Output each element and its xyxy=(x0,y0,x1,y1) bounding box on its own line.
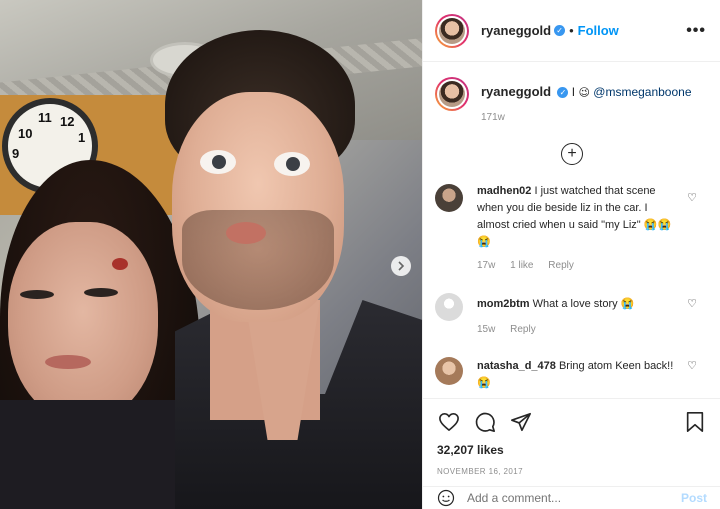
comment-age: 17w xyxy=(477,260,496,271)
comment-likes[interactable]: 1 like xyxy=(510,260,533,271)
photo-lips xyxy=(226,222,266,244)
comment-bubble-icon xyxy=(475,412,495,432)
comment-reply-button[interactable]: Reply xyxy=(548,260,574,271)
verified-badge-icon: ✓ xyxy=(557,87,569,99)
comment-avatar[interactable] xyxy=(435,357,463,385)
caption-text: ryaneggold ✓ I 😉 @msmeganboone xyxy=(481,77,692,102)
comment-like-heart-icon[interactable]: ♡ xyxy=(687,191,697,204)
comments-list[interactable]: ryaneggold ✓ I 😉 @msmeganboone 171w + ma… xyxy=(423,63,720,398)
caption-prefix: I xyxy=(571,85,576,99)
caption-meta: 171w xyxy=(481,112,692,123)
comment-input[interactable] xyxy=(467,491,681,505)
comment-username[interactable]: mom2btm xyxy=(477,298,530,310)
verified-badge-icon: ✓ xyxy=(554,25,566,36)
chevron-right-icon xyxy=(398,261,405,271)
photo-lips xyxy=(45,355,91,369)
post-caption: ryaneggold ✓ I 😉 @msmeganboone 171w xyxy=(423,63,720,123)
bookmark-icon xyxy=(686,412,704,432)
photo-pupil xyxy=(212,155,226,169)
like-button[interactable] xyxy=(437,410,461,434)
follow-button[interactable]: Follow xyxy=(578,23,619,38)
post-date: NOVEMBER 16, 2017 xyxy=(437,467,523,476)
post-comment-button[interactable]: Post xyxy=(681,491,707,505)
comment-item: natasha_d_478 Bring atom Keen back!! 😭 ♡ xyxy=(423,356,720,392)
post-details-panel: ryaneggold ✓ • Follow ••• ryaneggold ✓ I… xyxy=(422,0,720,509)
post-photo[interactable]: 11 12 1 10 9 xyxy=(0,0,422,509)
post-actions: 32,207 likes NOVEMBER 16, 2017 xyxy=(423,398,720,480)
comment-like-heart-icon[interactable]: ♡ xyxy=(687,359,697,372)
caption-avatar[interactable] xyxy=(435,77,469,111)
photo-eye xyxy=(84,288,118,297)
likes-count[interactable]: 32,207 likes xyxy=(437,443,707,457)
comment-reply-button[interactable]: Reply xyxy=(510,324,536,335)
photo-person-left-face xyxy=(8,222,158,422)
more-options-icon[interactable]: ••• xyxy=(686,22,706,40)
comment-username[interactable]: madhen02 xyxy=(477,185,531,197)
caption-username[interactable]: ryaneggold xyxy=(481,84,551,99)
comment-like-heart-icon[interactable]: ♡ xyxy=(687,297,697,310)
author-username[interactable]: ryaneggold xyxy=(481,23,551,38)
author-avatar[interactable] xyxy=(435,13,469,48)
comment-age: 15w xyxy=(477,324,496,335)
emoji-icon[interactable] xyxy=(437,489,455,507)
comment-meta: 15w Reply xyxy=(477,321,677,338)
caption-emoji: 😉 xyxy=(578,86,590,99)
separator-dot: • xyxy=(569,23,574,38)
photo-pupil xyxy=(286,157,300,171)
save-button[interactable] xyxy=(683,410,707,434)
add-comment-bar: Post xyxy=(423,486,720,509)
next-photo-button[interactable] xyxy=(391,256,411,276)
paper-plane-icon xyxy=(511,412,531,432)
post-header: ryaneggold ✓ • Follow ••• xyxy=(423,0,720,62)
comment-avatar[interactable] xyxy=(435,184,463,212)
comment-item: mom2btm What a love story 😭 15w Reply ♡ xyxy=(423,292,720,338)
comment-text: What a love story 😭 xyxy=(532,298,635,310)
photo-cut xyxy=(112,258,128,270)
caption-mention[interactable]: @msmeganboone xyxy=(593,85,691,99)
load-more-comments-button[interactable]: + xyxy=(561,143,583,165)
comment-meta: 17w 1 like Reply xyxy=(477,257,677,274)
comment-username[interactable]: natasha_d_478 xyxy=(477,360,556,372)
comment-avatar[interactable] xyxy=(435,293,463,321)
share-button[interactable] xyxy=(509,410,533,434)
caption-age: 171w xyxy=(481,112,505,123)
photo-eye xyxy=(20,290,54,299)
comment-button[interactable] xyxy=(473,410,497,434)
heart-icon xyxy=(439,413,459,431)
comment-item: madhen02 I just watched that scene when … xyxy=(423,183,720,274)
